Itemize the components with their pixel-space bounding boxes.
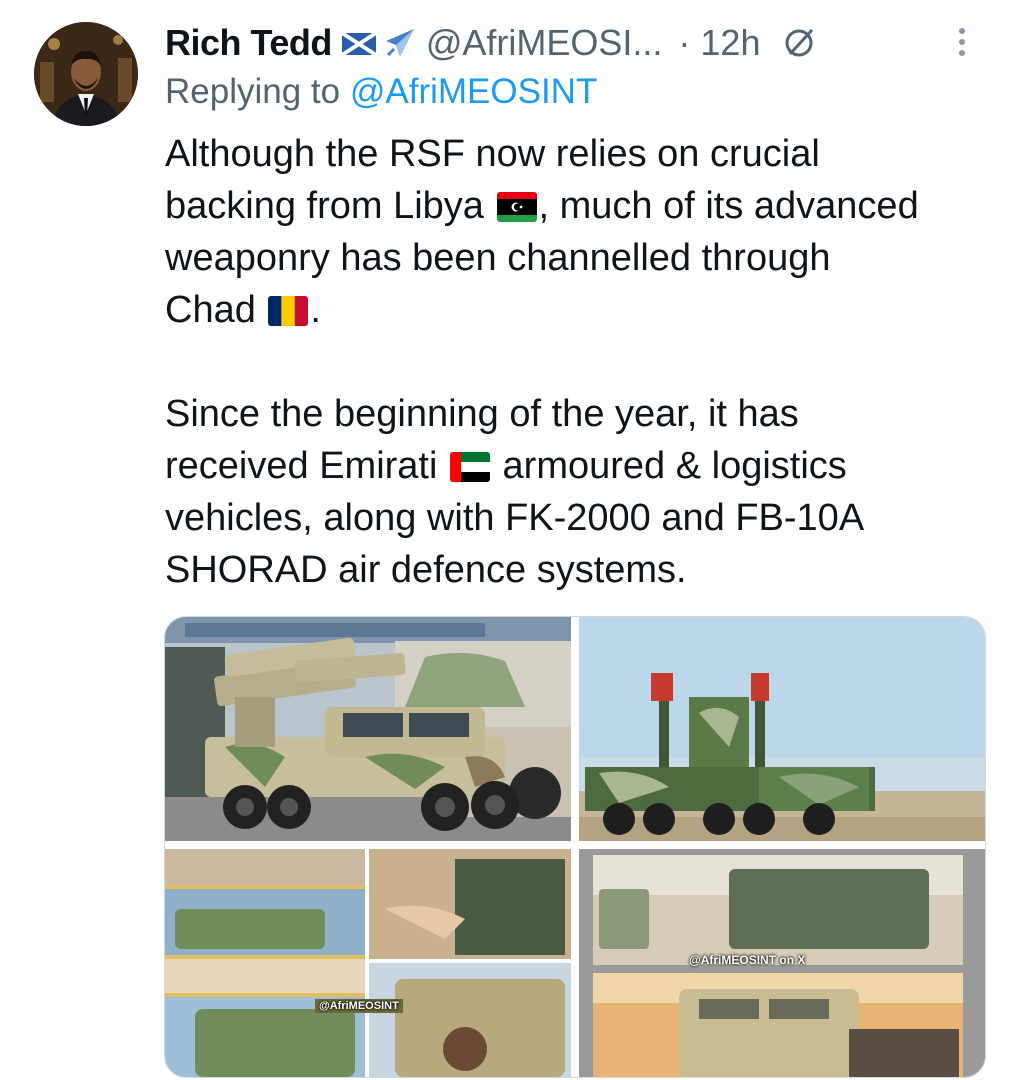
media-watermark: @AfriMEOSINT xyxy=(315,999,403,1013)
airplane-icon xyxy=(385,29,414,57)
grok-icon[interactable] xyxy=(782,26,816,60)
tweet-paragraph-1: Although the RSF now relies on crucial b… xyxy=(165,128,995,336)
tweet-paragraph-2: Since the beginning of the year, it has … xyxy=(165,388,995,596)
chad-flag-icon xyxy=(268,296,309,326)
media-image-collage-left[interactable]: @AfriMEOSINT xyxy=(165,849,571,1077)
tweet-line: vehicles, along with FK-2000 and FB-10A xyxy=(165,497,865,539)
tweet-header: Rich Tedd @AfriMEOSI... · 12h xyxy=(165,18,985,68)
tweet-line: weaponry has been channelled through xyxy=(165,237,831,279)
tweet-text: Although the RSF now relies on crucial b… xyxy=(165,128,995,596)
tweet-line: SHORAD air defence systems. xyxy=(165,549,687,591)
tweet-line: Since the beginning of the year, it has xyxy=(165,393,799,435)
media-image-fk2000-truck[interactable] xyxy=(165,617,571,841)
tweet-line: backing from Libya xyxy=(165,185,484,227)
libya-flag-icon xyxy=(496,192,537,222)
display-name[interactable]: Rich Tedd xyxy=(165,22,332,64)
replying-to-label: Replying to xyxy=(165,72,341,111)
media-image-collage-right[interactable]: @AfriMEOSINT on X xyxy=(579,849,985,1077)
tweet-line: received Emirati xyxy=(165,445,438,487)
replying-to: Replying to @AfriMEOSINT xyxy=(165,72,597,112)
media-watermark: @AfriMEOSINT on X xyxy=(689,953,806,967)
tweet-line: armoured & logistics xyxy=(502,445,847,487)
tweet-line: Chad xyxy=(165,289,256,331)
tweet-line: . xyxy=(310,289,321,331)
reply-mention-link[interactable]: @AfriMEOSINT xyxy=(350,72,597,111)
uae-flag-icon xyxy=(449,452,490,482)
media-image-fb10a-vehicle[interactable] xyxy=(579,617,985,841)
media-grid: @AfriMEOSINT @AfriMEOSINT on X xyxy=(164,616,986,1078)
tweet-line: Although the RSF now relies on crucial xyxy=(165,133,820,175)
timestamp[interactable]: · 12h xyxy=(678,22,760,64)
tweet-line: , much of its advanced xyxy=(538,185,919,227)
scotland-flag-icon xyxy=(340,31,377,57)
more-options-icon[interactable] xyxy=(950,22,974,62)
name-badges xyxy=(340,25,418,61)
author-handle[interactable]: @AfriMEOSI... xyxy=(426,22,663,64)
avatar[interactable] xyxy=(34,22,138,126)
